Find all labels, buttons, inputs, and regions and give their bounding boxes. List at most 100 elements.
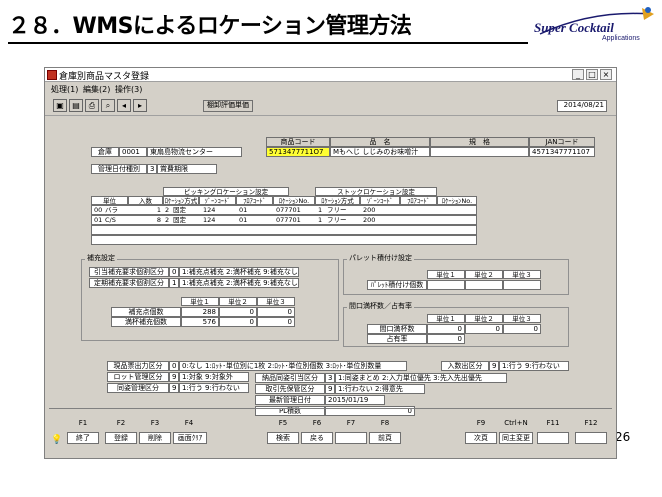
row-method: 固定 [173,216,186,224]
menu-edit[interactable]: 編集(2) [83,84,110,95]
stock-section-header: ストックロケーション設定 [315,187,437,196]
table-row[interactable] [91,225,477,235]
replenish-point-label: 補充点個数 [111,307,181,317]
slide-title: ２８．WMSによるロケーション管理方法 [8,14,412,39]
table-row[interactable]: 00 バラ 1 2 固定 124 01 077701 1 フリー 200 [91,205,477,215]
logo-text: Super Cocktail [534,20,614,35]
warehouse-name: 東扇島物流センター [147,147,242,157]
replenish-code-input-0[interactable]: 0 [169,267,179,277]
replenish-label-1: 定期補充要求個割区分 [89,278,169,288]
save-icon[interactable]: ▤ [69,99,83,112]
frontage-full-label: 間口満杯数 [367,324,427,334]
replenish-unit2-header: 単位２ [219,297,257,306]
menu-operation[interactable]: 操作(3) [115,84,142,95]
pallet-unit3-input[interactable] [503,280,541,290]
pick-col-floor: ﾌﾛｱｺｰﾄﾞ [236,196,273,205]
frontage-full-unit3[interactable]: 0 [503,324,541,334]
occupancy-unit1[interactable]: 0 [427,334,465,344]
row-unit: バラ [105,206,118,214]
frontage-full-unit2[interactable]: 0 [465,324,503,334]
delivery-alloc-code-input[interactable]: 3 [325,373,335,383]
next-page-button[interactable]: 次頁 [465,432,497,444]
spec-header: 規 格 [430,137,529,147]
app-icon [47,70,57,80]
table-row[interactable]: 01 C/S 8 2 固定 124 01 077701 1 フリー 200 [91,215,477,225]
frontage-unit3-header: 単位３ [503,314,541,323]
date-type-label: 管理日付種別 [91,164,147,174]
delivery-alloc-label: 納品同姿引当区分 [255,373,325,383]
date-type-value: 賞費期限 [157,164,217,174]
table-row[interactable] [91,235,477,245]
replenish-value-0: 1:補充点補充 2:満杯補充 9:補充なし [179,267,299,277]
picking-section-header: ピッキングロケーション設定 [163,187,289,196]
same-master-change-button[interactable]: 同主変更 [499,432,533,444]
full-replenish-unit2[interactable]: 0 [219,317,257,327]
pick-col-method: ﾛｹｰｼｮﾝ方式 [163,196,199,205]
f11-button[interactable] [537,432,569,444]
row-zone: 124 [203,216,216,224]
exit-button[interactable]: 終了 [67,432,99,444]
search-button[interactable]: 検索 [267,432,299,444]
fkey-label-f7: F7 [346,419,356,427]
warehouse-code-input[interactable]: 0001 [119,147,147,157]
back-button[interactable]: 戻る [301,432,333,444]
replenish-point-unit3[interactable]: 0 [257,307,295,317]
shelf-valuation-button[interactable]: 棚卸評価単価 [203,100,253,112]
delete-button[interactable]: 削除 [139,432,171,444]
search-icon[interactable]: ⌕ [101,99,115,112]
form-area: 商品コード 品 名 規 格 JANコード 5713477711O7 Mもへじ し… [51,118,610,405]
prev-icon[interactable]: ◂ [117,99,131,112]
row-zone: 124 [203,206,216,214]
slip-output-label: 現品票出力区分 [107,361,169,371]
menu-process[interactable]: 処理(1) [51,84,78,95]
warehouse-label: 倉庫 [91,147,119,157]
app-window: 倉庫別商品マスタ登録 _ □ × 処理(1) 編集(2) 操作(3) ▣ ▤ ⎙… [44,67,617,459]
frontage-full-unit1[interactable]: 0 [427,324,465,334]
occupancy-label: 占有率 [367,334,427,344]
company-logo: Super Cocktail Applications [532,4,658,48]
replenish-unit1-header: 単位１ [181,297,219,306]
f12-button[interactable] [575,432,607,444]
pallet-section-label: パレット積付け設定 [347,254,414,263]
lot-mgmt-code-input[interactable]: 9 [169,372,179,382]
register-button[interactable]: 登録 [105,432,137,444]
lot-mgmt-value: 1:対象 9:対象外 [179,372,249,382]
maximize-button[interactable]: □ [586,69,598,80]
pallet-unit2-input[interactable] [465,280,503,290]
window-titlebar: 倉庫別商品マスタ登録 _ □ × [45,68,616,82]
replenish-point-unit1[interactable]: 288 [181,307,219,317]
clear-screen-button[interactable]: 画面ｸﾘｱ [173,432,207,444]
replenish-point-unit2[interactable]: 0 [219,307,257,317]
full-replenish-unit1[interactable]: 576 [181,317,219,327]
next-icon[interactable]: ▸ [133,99,147,112]
full-replenish-unit3[interactable]: 0 [257,317,295,327]
slip-output-code-input[interactable]: 0 [169,361,179,371]
open-icon[interactable]: ▣ [53,99,67,112]
customer-storage-code-input[interactable]: 9 [325,384,335,394]
minimize-button[interactable]: _ [572,69,584,80]
product-code-input[interactable]: 5713477711O7 [266,147,330,157]
pallet-count-label: ﾊﾟﾚｯﾄ積付け個数 [367,280,427,290]
prev-page-button[interactable]: 前頁 [369,432,401,444]
close-button[interactable]: × [600,69,612,80]
inout-label: 入数出区分 [441,361,489,371]
fkey-label-f11: F11 [546,419,560,427]
print-icon[interactable]: ⎙ [85,99,99,112]
f7-button[interactable] [335,432,367,444]
row-code: 01 [94,216,103,224]
fkey-label-f9: F9 [476,419,486,427]
date-type-code-input[interactable]: 3 [147,164,157,174]
row-stock-method-code: 1 [318,216,323,224]
pallet-unit3-header: 単位３ [503,270,541,279]
pick-col-loc: ﾛｹｰｼｮﾝNo. [273,196,315,205]
toolbar: ▣ ▤ ⎙ ⌕ ◂ ▸ 棚卸評価単価 2014/08/21 [45,96,616,116]
same-form-code-input[interactable]: 9 [169,383,179,393]
row-stock-zone: 200 [363,206,376,214]
menu-bar: 処理(1) 編集(2) 操作(3) [45,83,616,95]
pallet-unit1-input[interactable] [427,280,465,290]
replenish-code-input-1[interactable]: 1 [169,278,179,288]
row-method: 固定 [173,206,186,214]
replenish-label-0: 引当補充要求個割区分 [89,267,169,277]
frontage-unit2-header: 単位２ [465,314,503,323]
inout-code-input[interactable]: 9 [489,361,499,371]
